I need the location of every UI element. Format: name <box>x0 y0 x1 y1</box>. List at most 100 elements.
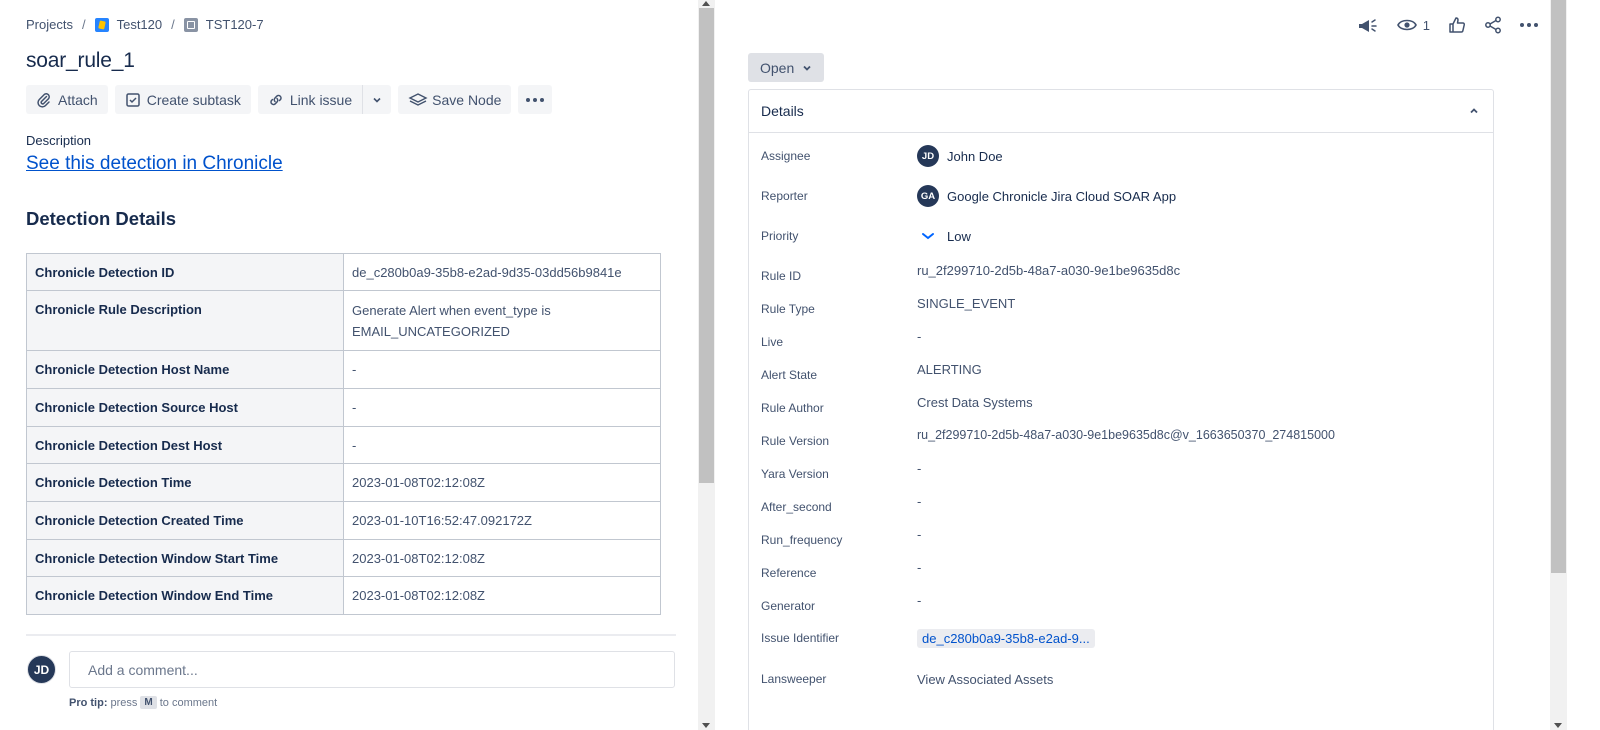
table-key: Chronicle Detection ID <box>26 253 344 291</box>
priority-value[interactable]: Low <box>917 229 971 244</box>
issue-title[interactable]: soar_rule_1 <box>26 49 135 73</box>
table-key: Chronicle Detection Created Time <box>26 501 344 540</box>
field-value[interactable]: - <box>917 329 921 344</box>
field-label: Yara Version <box>761 467 829 481</box>
field-label: Rule Type <box>761 302 815 316</box>
protip-label: Pro tip: <box>69 696 108 709</box>
attach-button[interactable]: Attach <box>26 85 108 114</box>
table-row: Chronicle Detection Time 2023-01-08T02:1… <box>26 463 661 502</box>
table-value: 2023-01-08T02:12:08Z <box>343 539 661 577</box>
chevron-down-icon <box>373 97 381 103</box>
detection-details-heading: Detection Details <box>26 208 177 229</box>
field-assignee: Assignee JD John Doe <box>761 144 1481 168</box>
table-key: Chronicle Detection Time <box>26 463 344 502</box>
field-value[interactable]: ru_2f299710-2d5b-48a7-a030-9e1be9635d8c <box>917 263 1180 278</box>
field-label: Rule Author <box>761 401 824 415</box>
chevron-down-icon <box>803 65 811 71</box>
breadcrumb-issue-key[interactable]: TST120-7 <box>206 17 264 32</box>
more-actions-button[interactable] <box>1520 12 1538 38</box>
field-label: Rule Version <box>761 434 830 448</box>
description-label: Description <box>26 133 92 148</box>
field-value[interactable]: SINGLE_EVENT <box>917 296 1015 311</box>
field-value: de_c280b0a9-35b8-e2ad-9... <box>917 628 1095 648</box>
sidebar-scrollbar[interactable] <box>1550 0 1567 730</box>
table-key: Chronicle Detection Window End Time <box>26 576 344 615</box>
scrollbar-thumb[interactable] <box>1551 0 1566 573</box>
field-value[interactable]: - <box>917 461 921 476</box>
field-label: Live <box>761 335 784 349</box>
scrollbar-thumb[interactable] <box>699 8 714 483</box>
field-label: Rule ID <box>761 269 802 283</box>
field-value[interactable]: ru_2f299710-2d5b-48a7-a030-9e1be9635d8c@… <box>917 428 1335 442</box>
details-header[interactable]: Details <box>749 90 1493 133</box>
avatar: JD <box>27 655 56 684</box>
more-actions-button[interactable] <box>518 85 553 114</box>
field-value[interactable]: - <box>917 593 921 608</box>
field-value[interactable]: - <box>917 494 921 509</box>
issue-top-actions: 1 <box>1357 12 1538 38</box>
link-issue-label: Link issue <box>289 91 353 108</box>
project-icon <box>94 17 109 32</box>
issue-toolbar: Attach Create subtask Link issue Save No… <box>26 85 553 114</box>
field-reference: Reference - <box>761 560 1481 580</box>
issue-main-pane: Projects / Test120 / TST120-7 soar_rule_… <box>0 0 712 730</box>
field-value[interactable]: View Associated Assets <box>917 672 1053 687</box>
watchers-count: 1 <box>1422 17 1430 33</box>
table-row: Chronicle Detection ID de_c280b0a9-35b8-… <box>26 253 661 291</box>
field-after-second: After_second - <box>761 494 1481 514</box>
table-value: 2023-01-10T16:52:47.092172Z <box>343 501 661 540</box>
field-value: Low <box>947 228 971 244</box>
field-value[interactable]: Crest Data Systems <box>917 395 1033 410</box>
comment-input[interactable]: Add a comment... <box>69 651 675 688</box>
field-live: Live - <box>761 329 1481 349</box>
assignee-value[interactable]: JD John Doe <box>917 145 1003 167</box>
breadcrumb-project[interactable]: Test120 <box>117 17 163 32</box>
field-value[interactable]: - <box>917 527 921 542</box>
field-value: Google Chronicle Jira Cloud SOAR App <box>947 188 1177 204</box>
status-dropdown[interactable]: Open <box>748 53 825 82</box>
save-node-label: Save Node <box>432 91 502 108</box>
main-pane-scrollbar[interactable] <box>698 0 715 730</box>
comment-divider <box>26 634 676 636</box>
scroll-down-arrow-icon[interactable] <box>702 723 710 728</box>
vote-button[interactable] <box>1448 12 1466 38</box>
scroll-up-arrow-icon[interactable] <box>702 1 710 6</box>
table-value: de_c280b0a9-35b8-e2ad-9d35-03dd56b9841e <box>343 253 661 291</box>
field-value[interactable]: - <box>917 560 921 575</box>
field-value: John Doe <box>947 148 1003 164</box>
announce-button[interactable] <box>1357 12 1379 38</box>
save-node-button[interactable]: Save Node <box>398 85 512 114</box>
field-rule-type: Rule Type SINGLE_EVENT <box>761 296 1481 316</box>
field-priority: Priority Low <box>761 226 1481 246</box>
breadcrumb-separator: / <box>81 17 86 32</box>
chronicle-detection-link[interactable]: See this detection in Chronicle <box>26 153 283 175</box>
avatar: JD <box>917 145 939 167</box>
field-rule-author: Rule Author Crest Data Systems <box>761 395 1481 415</box>
share-button[interactable] <box>1484 12 1502 38</box>
protip-press: press <box>110 696 138 709</box>
create-subtask-label: Create subtask <box>146 91 241 108</box>
task-type-icon <box>183 17 198 32</box>
link-issue-dropdown[interactable] <box>363 85 391 114</box>
comment-protip: Pro tip: press M to comment <box>69 696 217 709</box>
priority-low-icon <box>922 233 934 240</box>
field-yara-version: Yara Version - <box>761 461 1481 481</box>
table-row: Chronicle Detection Host Name - <box>26 350 661 389</box>
share-icon <box>1485 16 1501 34</box>
link-issue-button-group: Link issue <box>257 85 392 114</box>
table-value: - <box>343 388 661 427</box>
field-value[interactable]: ALERTING <box>917 362 982 377</box>
field-alert-state: Alert State ALERTING <box>761 362 1481 382</box>
breadcrumb-projects[interactable]: Projects <box>26 17 73 32</box>
create-subtask-button[interactable]: Create subtask <box>114 85 251 114</box>
watch-button[interactable]: 1 <box>1396 12 1430 38</box>
table-row: Chronicle Detection Dest Host - <box>26 426 661 464</box>
breadcrumb-separator: / <box>171 17 175 32</box>
table-row: Chronicle Detection Window End Time 2023… <box>26 576 661 615</box>
field-run-frequency: Run_frequency - <box>761 527 1481 547</box>
reporter-value[interactable]: GA Google Chronicle Jira Cloud SOAR App <box>917 185 1176 207</box>
link-issue-button[interactable]: Link issue <box>258 85 364 114</box>
breadcrumb: Projects / Test120 / TST120-7 <box>26 17 264 32</box>
scroll-down-arrow-icon[interactable] <box>1554 723 1562 728</box>
issue-identifier-value[interactable]: de_c280b0a9-35b8-e2ad-9... <box>917 628 1095 648</box>
